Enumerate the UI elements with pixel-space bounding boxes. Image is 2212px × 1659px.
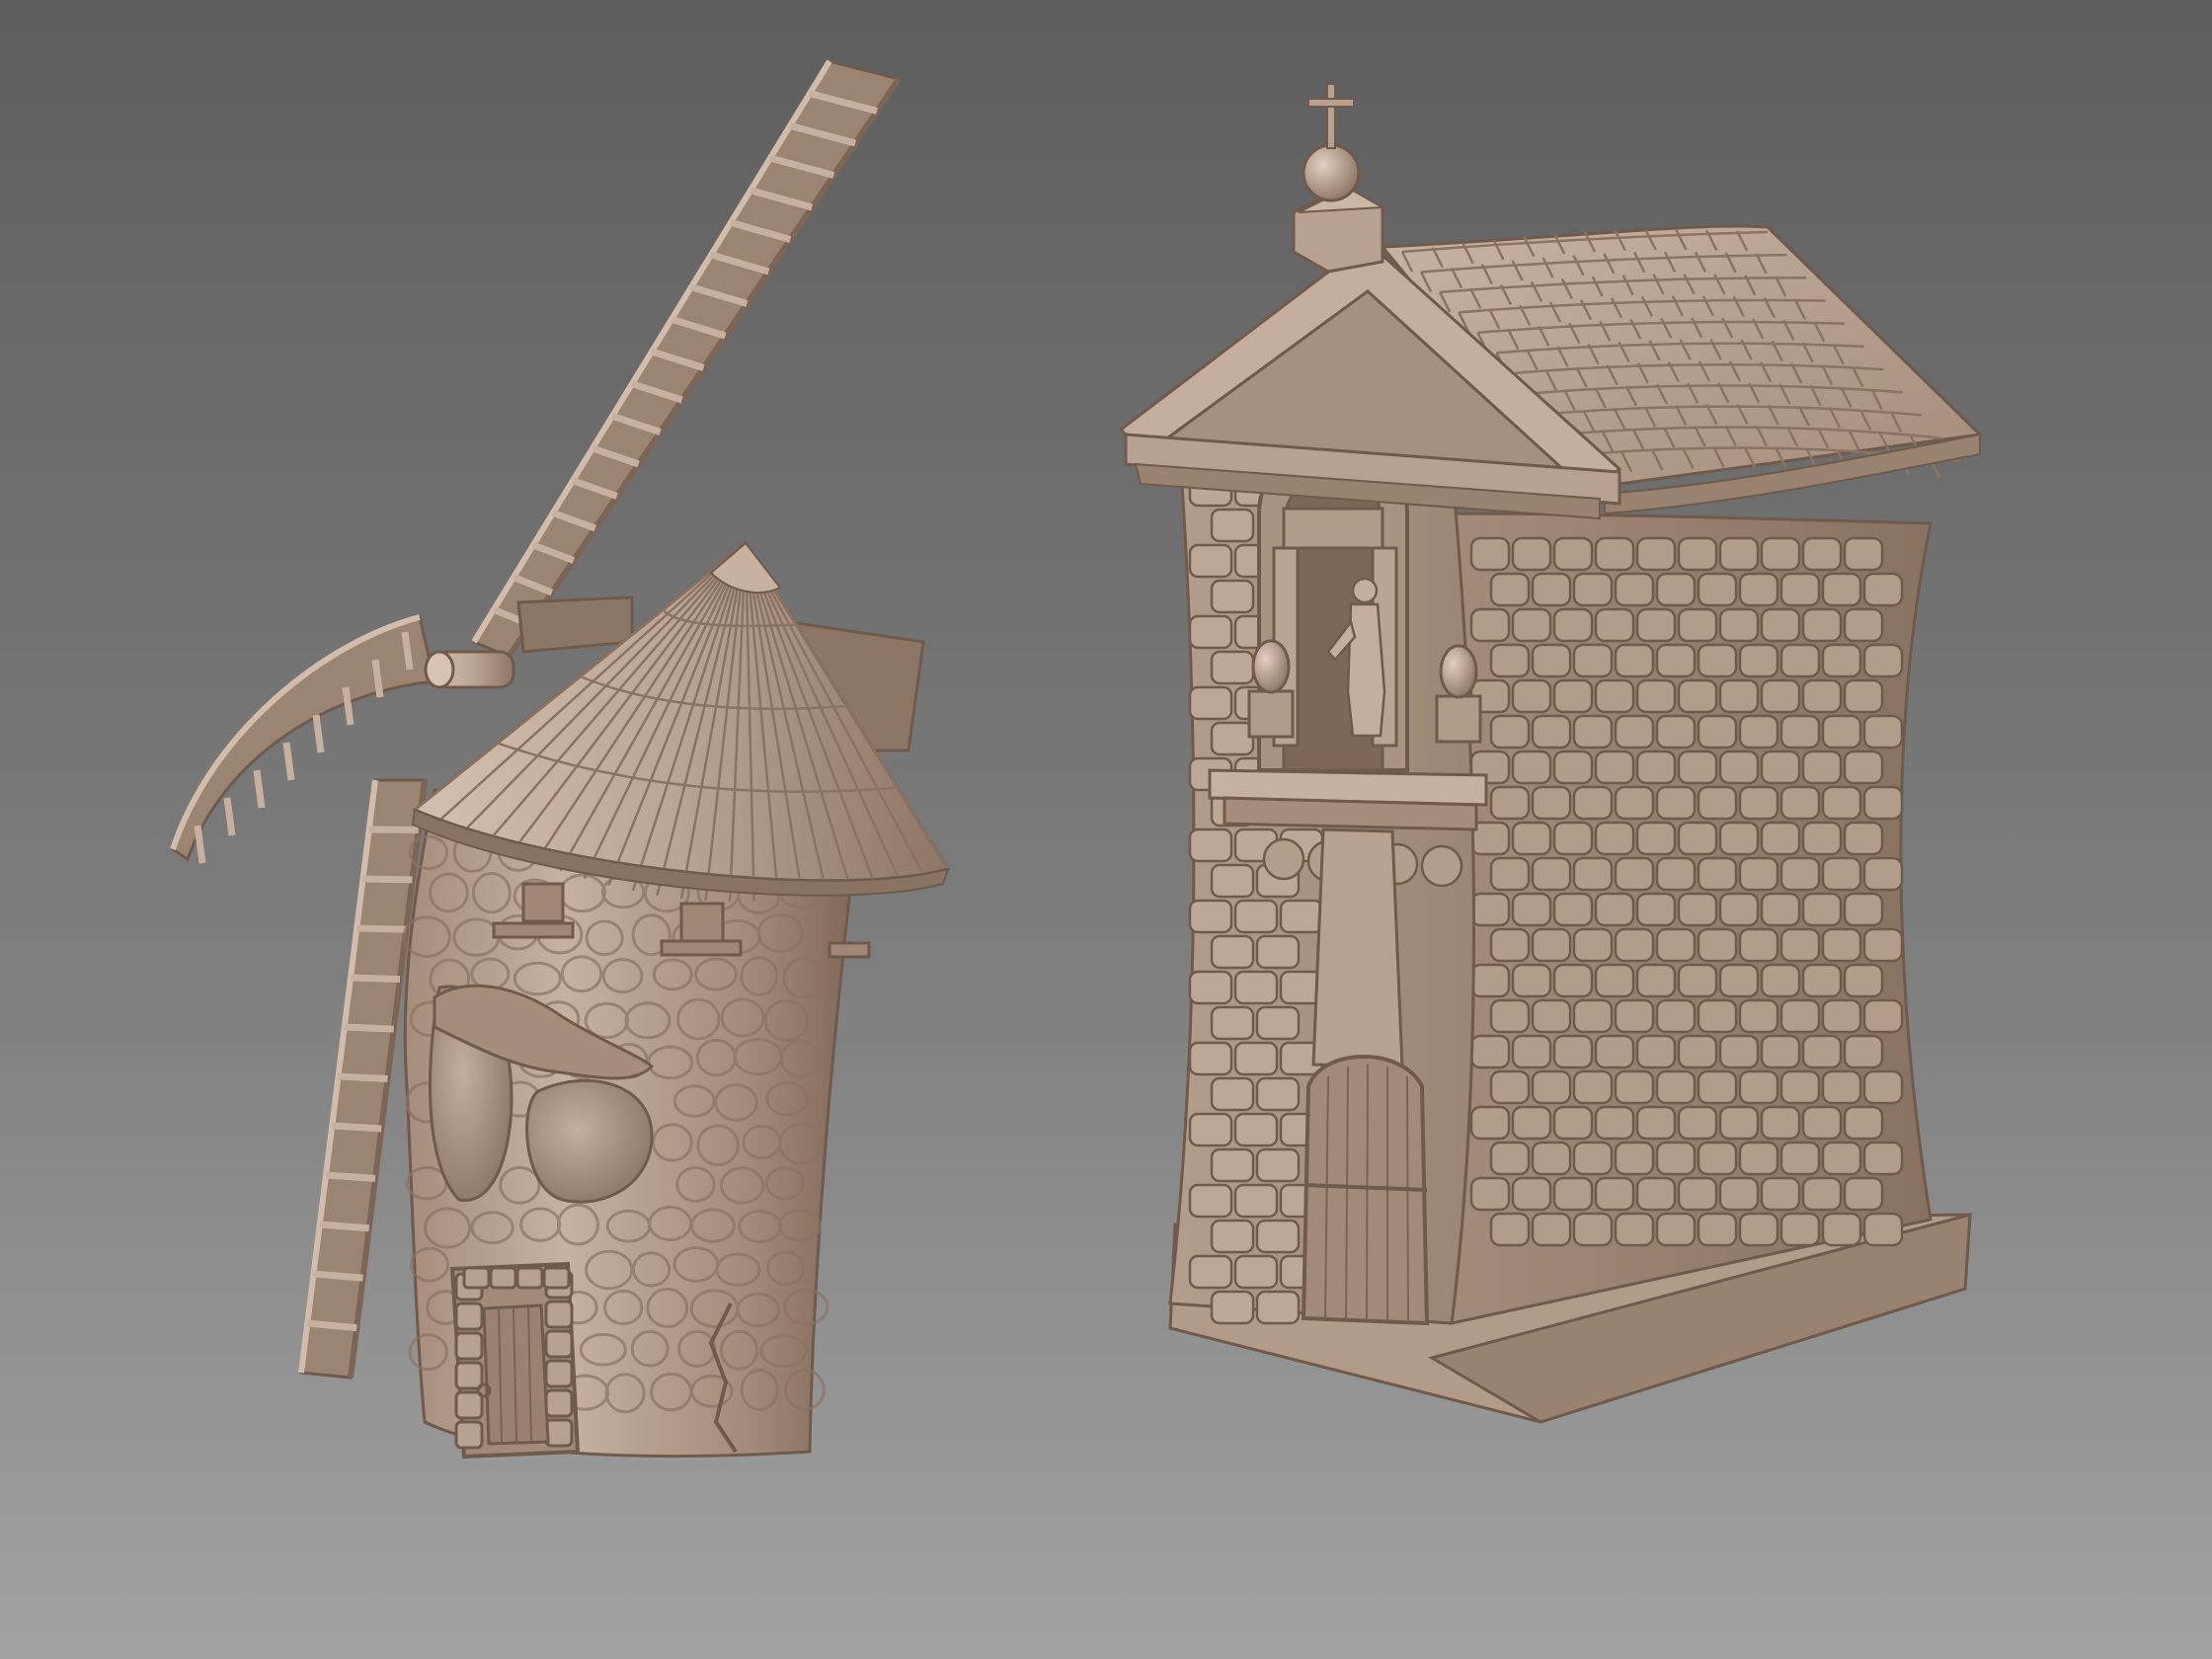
scene-render [0, 0, 2212, 1659]
viewport [0, 0, 2212, 1659]
wooden-door [449, 1261, 581, 1460]
sail-hub [424, 650, 515, 689]
